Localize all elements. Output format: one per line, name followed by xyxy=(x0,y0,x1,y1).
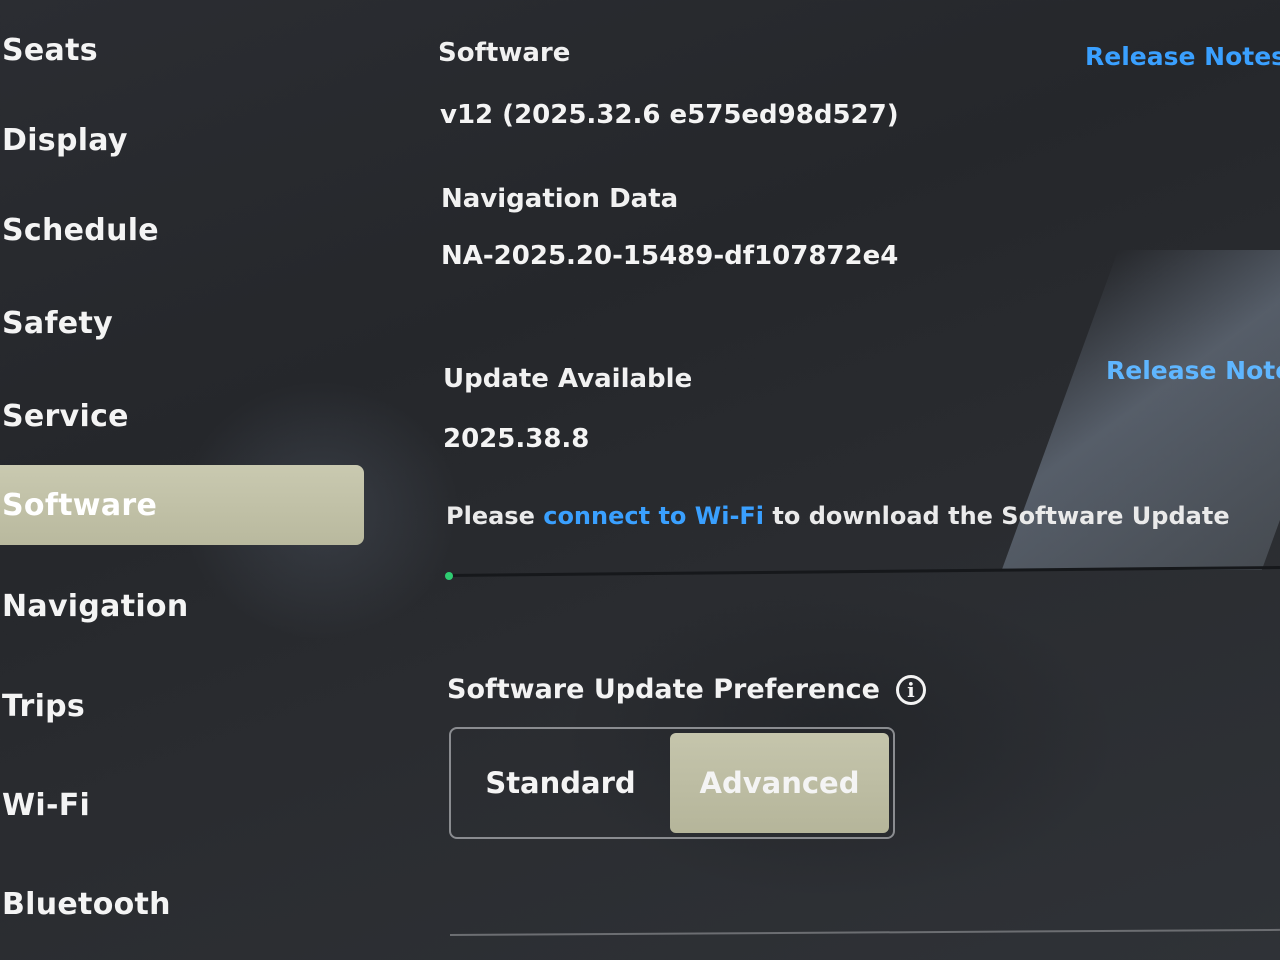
software-version: v12 (2025.32.6 e575ed98d527) xyxy=(440,100,899,130)
sidebar-item-label: Seats xyxy=(2,32,98,68)
sidebar-item-label: Software xyxy=(2,487,158,523)
sidebar-item-schedule[interactable]: Schedule xyxy=(0,190,364,270)
standard-option[interactable]: Standard xyxy=(451,729,670,837)
navigation-data-title: Navigation Data xyxy=(441,184,679,214)
connect-wifi-link[interactable]: connect to Wi-Fi xyxy=(543,502,764,530)
release-notes-link[interactable]: Release Notes xyxy=(1085,42,1280,71)
sidebar-item-display[interactable]: Display xyxy=(0,100,364,180)
sidebar-item-label: Wi-Fi xyxy=(2,787,91,823)
sidebar-item-label: Display xyxy=(2,122,128,158)
info-icon[interactable]: i xyxy=(895,674,926,705)
sidebar-item-safety[interactable]: Safety xyxy=(0,283,364,363)
progress-track xyxy=(445,565,1280,577)
update-preference-title: Software Update Preference xyxy=(447,674,880,705)
sidebar-item-label: Schedule xyxy=(2,212,159,248)
update-message-suffix: to download the Software Update xyxy=(772,502,1230,530)
software-title: Software xyxy=(438,38,571,68)
sidebar-item-bluetooth[interactable]: Bluetooth xyxy=(0,864,364,944)
sidebar-item-wifi[interactable]: Wi-Fi xyxy=(0,765,364,845)
update-preference-toggle: Standard Advanced xyxy=(449,727,895,839)
advanced-option[interactable]: Advanced xyxy=(670,733,889,833)
sidebar-item-label: Safety xyxy=(2,305,113,341)
update-version: 2025.38.8 xyxy=(443,424,590,454)
settings-sidebar: Seats Display Schedule Safety Service So… xyxy=(0,0,370,960)
sidebar-item-trips[interactable]: Trips xyxy=(0,666,364,746)
software-panel: Software Release Notes v12 (2025.32.6 e5… xyxy=(438,0,1280,960)
sidebar-item-label: Bluetooth xyxy=(2,886,171,922)
update-preference-heading: Software Update Preference i xyxy=(447,674,926,705)
navigation-data-version: NA-2025.20-15489-df107872e4 xyxy=(441,241,899,271)
update-message-prefix: Please xyxy=(446,502,535,530)
update-message: Please connect to Wi-Fi to download the … xyxy=(446,502,1230,530)
progress-indicator xyxy=(445,572,453,580)
sidebar-item-service[interactable]: Service xyxy=(0,376,364,456)
sidebar-item-label: Trips xyxy=(2,688,86,724)
sidebar-item-seats[interactable]: Seats xyxy=(0,10,364,90)
update-release-notes-link[interactable]: Release Notes xyxy=(1106,356,1280,385)
sidebar-item-label: Navigation xyxy=(2,588,189,624)
sidebar-item-software[interactable]: Software xyxy=(0,465,364,545)
sidebar-item-label: Service xyxy=(2,398,129,434)
sidebar-item-navigation[interactable]: Navigation xyxy=(0,566,364,646)
section-divider xyxy=(449,928,1280,936)
update-available-title: Update Available xyxy=(443,364,693,394)
